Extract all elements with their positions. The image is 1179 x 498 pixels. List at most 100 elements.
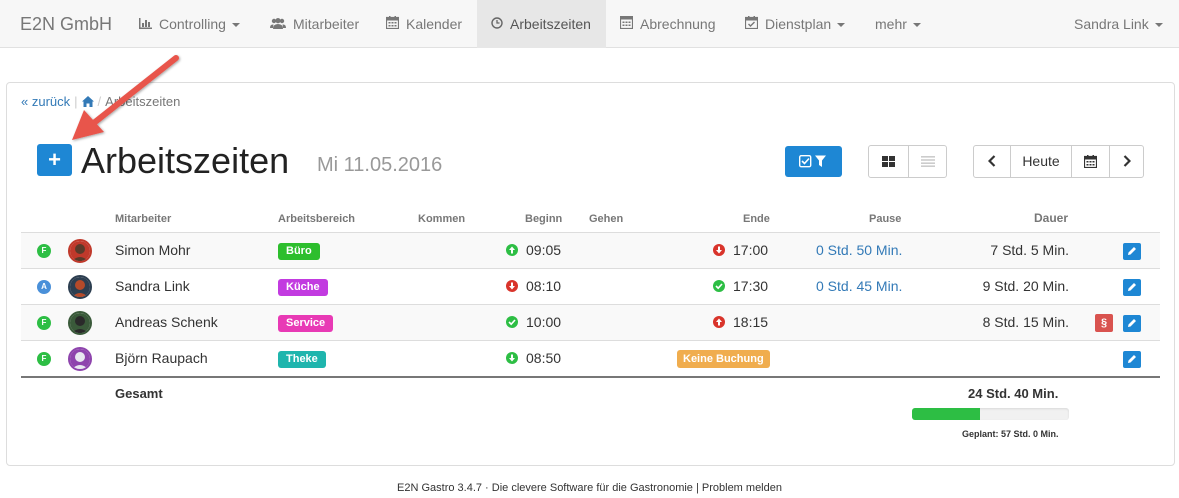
status-badge: A — [37, 280, 51, 294]
begin-time[interactable]: 08:50 — [506, 341, 561, 376]
nav-label: Mitarbeiter — [293, 16, 360, 32]
col-header-arbeitsbereich[interactable]: Arbeitsbereich — [278, 213, 355, 225]
today-button[interactable]: Heute — [1010, 146, 1071, 177]
pause-link[interactable]: 0 Std. 50 Min. — [816, 233, 902, 268]
table-row[interactable]: A Sandra Link Küche 08:10 17:30 0 Std. 45 Min… — [21, 268, 1160, 304]
col-header-pause[interactable]: Pause — [869, 213, 901, 225]
end-time[interactable]: 18:15 — [713, 305, 768, 340]
progress-fill — [912, 408, 980, 420]
legal-warning-button[interactable]: § — [1095, 314, 1113, 332]
nav-item-arbeitszeiten[interactable]: Arbeitszeiten — [477, 0, 606, 48]
begin-time-value: 09:05 — [526, 242, 562, 258]
nav-item-controlling[interactable]: Controlling — [139, 0, 240, 48]
calendar-picker-button[interactable] — [1071, 146, 1109, 177]
prev-day-button[interactable] — [974, 146, 1010, 177]
total-label: Gesamt — [115, 386, 163, 401]
col-header-mitarbeiter[interactable]: Mitarbeiter — [115, 213, 171, 225]
employee-table: F Simon Mohr Büro 09:05 17:00 0 Std. 50 Min. 7… — [21, 232, 1160, 376]
col-header-beginn[interactable]: Beginn — [525, 213, 562, 225]
edit-button[interactable] — [1123, 243, 1141, 260]
time-status-icon — [506, 350, 526, 366]
nav-label: Controlling — [159, 16, 226, 32]
col-header-gehen[interactable]: Gehen — [589, 213, 623, 225]
end-time-value: 18:15 — [733, 314, 769, 330]
users-icon — [270, 1, 286, 49]
filter-button[interactable] — [785, 146, 842, 177]
clock-icon — [491, 1, 503, 49]
duration: 8 Std. 15 Min. — [982, 314, 1069, 330]
pencil-icon — [1128, 283, 1136, 291]
filter-icon — [815, 155, 826, 167]
annotation-arrow-icon — [72, 55, 179, 140]
avatar — [68, 239, 92, 263]
work-area-tag: Service — [278, 315, 334, 332]
nav-item-mitarbeiter[interactable]: Mitarbeiter — [270, 0, 359, 48]
edit-button[interactable] — [1123, 351, 1141, 368]
chevron-left-icon — [987, 155, 996, 167]
edit-button[interactable] — [1123, 315, 1141, 332]
col-header-kommen[interactable]: Kommen — [418, 213, 465, 225]
nav-item-abrechnung[interactable]: Abrechnung — [619, 0, 716, 49]
avatar — [68, 311, 92, 335]
nav-item-dienstplan[interactable]: Dienstplan — [744, 0, 846, 49]
employee-name[interactable]: Andreas Schenk — [115, 305, 218, 340]
end-time-value: 17:00 — [733, 242, 769, 258]
end-time[interactable]: 17:00 — [713, 233, 768, 268]
begin-time[interactable]: 09:05 — [506, 233, 561, 268]
user-name: Sandra Link — [1074, 16, 1149, 32]
duration: 7 Std. 5 Min. — [990, 242, 1069, 258]
next-day-button[interactable] — [1109, 146, 1143, 177]
status-badge: F — [37, 244, 51, 258]
table-row[interactable]: F Andreas Schenk Service 10:00 18:15 8 Std. 1… — [21, 304, 1160, 340]
begin-time-value: 10:00 — [526, 314, 562, 330]
time-status-icon — [506, 314, 526, 330]
pencil-icon — [1128, 355, 1136, 363]
employee-name[interactable]: Sandra Link — [115, 269, 190, 304]
chevron-down-icon — [912, 23, 921, 28]
page-date: Mi 11.05.2016 — [317, 154, 443, 176]
pause-link[interactable]: 0 Std. 45 Min. — [816, 269, 902, 304]
calendar-icon — [385, 1, 400, 49]
begin-time-value: 08:10 — [526, 278, 562, 294]
nav-item-mehr[interactable]: mehr — [875, 0, 921, 48]
brand-logo[interactable]: E2N GmbH — [20, 0, 112, 48]
pencil-icon — [1128, 247, 1136, 255]
time-status-icon — [506, 242, 526, 258]
table-row[interactable]: F Simon Mohr Büro 09:05 17:00 0 Std. 50 Min. 7… — [21, 232, 1160, 268]
chevron-down-icon — [837, 23, 846, 28]
edit-button[interactable] — [1123, 279, 1141, 296]
work-area-tag: Küche — [278, 279, 328, 296]
user-menu[interactable]: Sandra Link — [1074, 0, 1163, 48]
time-status-icon — [506, 278, 526, 294]
time-status-icon — [713, 314, 733, 330]
no-booking-label: Keine Buchung — [677, 350, 770, 368]
list-view-button[interactable] — [908, 146, 947, 177]
date-navigation: Heute — [973, 145, 1144, 178]
end-time-value: 17:30 — [733, 278, 769, 294]
end-time[interactable]: 17:30 — [713, 269, 768, 304]
employee-name[interactable]: Björn Raupach — [115, 341, 208, 376]
time-status-icon — [713, 278, 733, 294]
table-row[interactable]: F Björn Raupach Theke 08:50 Keine Buchung — [21, 340, 1160, 376]
total-divider — [21, 376, 1160, 378]
begin-time[interactable]: 10:00 — [506, 305, 561, 340]
col-header-ende[interactable]: Ende — [743, 213, 770, 225]
time-status-icon — [713, 242, 733, 258]
list-icon — [921, 156, 935, 167]
bar-chart-icon — [139, 1, 152, 49]
grid-view-button[interactable] — [869, 146, 908, 177]
begin-time-value: 08:50 — [526, 350, 562, 366]
col-header-dauer[interactable]: Dauer — [1034, 211, 1068, 225]
planned-progress-bar — [912, 408, 1069, 420]
begin-time[interactable]: 08:10 — [506, 269, 561, 304]
avatar — [68, 275, 92, 299]
nav-item-kalender[interactable]: Kalender — [385, 0, 463, 49]
planned-hours: Geplant: 57 Std. 0 Min. — [962, 429, 1059, 439]
calculator-icon — [619, 1, 634, 49]
calendar-check-icon — [744, 1, 759, 49]
avatar — [68, 347, 92, 371]
work-area-tag: Theke — [278, 351, 326, 368]
nav-label: Kalender — [406, 16, 463, 32]
nav-label: Arbeitszeiten — [510, 16, 591, 32]
employee-name[interactable]: Simon Mohr — [115, 233, 190, 268]
